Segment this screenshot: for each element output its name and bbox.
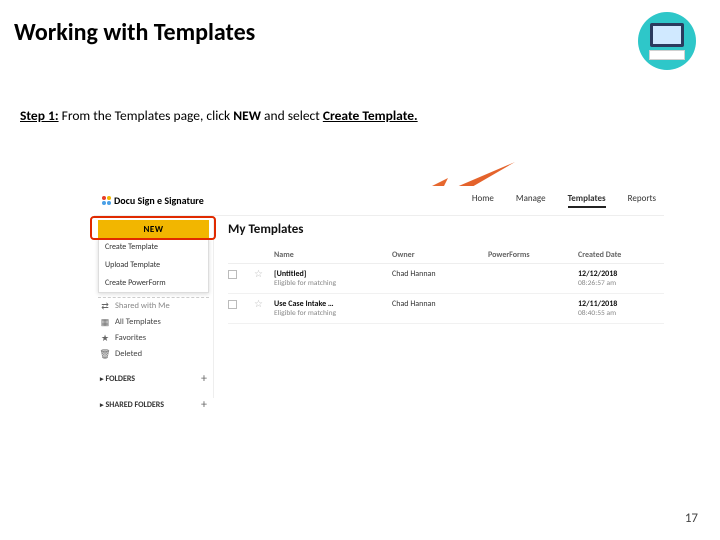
sidebar-section-folders[interactable]: ▸FOLDERS + bbox=[98, 370, 209, 388]
row-time: 08:40:55 am bbox=[578, 309, 664, 318]
col-name[interactable]: Name bbox=[274, 250, 392, 260]
row-checkbox[interactable] bbox=[228, 270, 237, 279]
sidebar-item-label: Favorites bbox=[115, 333, 146, 343]
brand-text: Docu Sign e Signature bbox=[114, 194, 204, 207]
table-header: Name Owner PowerForms Created Date bbox=[228, 247, 664, 264]
step-text-mid: and select bbox=[261, 107, 323, 124]
row-time: 08:26:57 am bbox=[578, 279, 664, 288]
menu-upload-template[interactable]: Upload Template bbox=[99, 256, 208, 274]
brand-logo: Docu Sign e Signature bbox=[102, 194, 204, 207]
row-subtext: Eligible for matching bbox=[274, 309, 392, 318]
app-screenshot: Docu Sign e Signature Home Manage Templa… bbox=[94, 186, 664, 398]
col-owner[interactable]: Owner bbox=[392, 250, 488, 260]
col-created[interactable]: Created Date bbox=[578, 250, 664, 260]
sidebar-item-label: Deleted bbox=[115, 349, 142, 359]
new-dropdown-menu: Create Template Upload Template Create P… bbox=[98, 238, 209, 293]
step-instruction: Step 1: From the Templates page, click N… bbox=[0, 47, 720, 124]
nav-manage[interactable]: Manage bbox=[516, 193, 546, 208]
main-title: My Templates bbox=[228, 222, 664, 237]
table-row[interactable]: ☆ Use Case Intake … Eligible for matchin… bbox=[228, 294, 664, 324]
nav-home[interactable]: Home bbox=[472, 193, 494, 208]
row-owner: Chad Hannan bbox=[392, 299, 488, 309]
templates-icon: ▦ bbox=[100, 317, 110, 327]
sidebar-item-shared-with-me[interactable]: ⇄ Shared with Me bbox=[98, 297, 209, 314]
step-label: Step 1: bbox=[20, 107, 59, 124]
menu-create-powerform[interactable]: Create PowerForm bbox=[99, 274, 208, 292]
page-number: 17 bbox=[685, 511, 698, 526]
favorite-star-icon[interactable]: ☆ bbox=[254, 267, 263, 280]
page-title: Working with Templates bbox=[0, 0, 720, 47]
sidebar-item-label: Shared with Me bbox=[115, 301, 170, 311]
top-nav: Home Manage Templates Reports bbox=[472, 193, 656, 208]
folders-label: FOLDERS bbox=[106, 374, 136, 384]
menu-create-template[interactable]: Create Template bbox=[99, 238, 208, 256]
sidebar-item-deleted[interactable]: 🗑 Deleted bbox=[98, 346, 209, 362]
row-checkbox[interactable] bbox=[228, 300, 237, 309]
row-name: Use Case Intake … bbox=[274, 299, 392, 309]
main-panel: My Templates Name Owner PowerForms Creat… bbox=[214, 216, 664, 398]
row-owner: Chad Hannan bbox=[392, 269, 488, 279]
step-bold-create-template: Create Template. bbox=[323, 107, 418, 124]
computer-icon bbox=[638, 12, 696, 70]
sidebar-section-shared-folders[interactable]: ▸SHARED FOLDERS + bbox=[98, 396, 209, 414]
shared-folders-label: SHARED FOLDERS bbox=[106, 400, 165, 410]
nav-reports[interactable]: Reports bbox=[628, 193, 656, 208]
sidebar-item-label: All Templates bbox=[115, 317, 161, 327]
brand-dots-icon bbox=[102, 196, 112, 206]
app-topbar: Docu Sign e Signature Home Manage Templa… bbox=[94, 186, 664, 216]
caret-icon: ▸ bbox=[100, 400, 104, 409]
row-date: 12/12/2018 bbox=[578, 269, 664, 279]
favorite-star-icon[interactable]: ☆ bbox=[254, 297, 263, 310]
row-subtext: Eligible for matching bbox=[274, 279, 392, 288]
sidebar-list: ⇄ Shared with Me ▦ All Templates ★ Favor… bbox=[98, 297, 209, 362]
trash-icon: 🗑 bbox=[100, 349, 110, 359]
new-button-label: NEW bbox=[144, 224, 164, 235]
step-text-prefix: From the Templates page, click bbox=[62, 107, 234, 124]
step-bold-new: NEW bbox=[233, 107, 261, 124]
table-row[interactable]: ☆ [Untitled] Eligible for matching Chad … bbox=[228, 264, 664, 294]
add-folder-button[interactable]: + bbox=[201, 372, 207, 386]
share-icon: ⇄ bbox=[100, 301, 110, 311]
sidebar-item-all-templates[interactable]: ▦ All Templates bbox=[98, 314, 209, 330]
new-button[interactable]: NEW bbox=[98, 220, 209, 238]
col-powerforms[interactable]: PowerForms bbox=[488, 250, 578, 260]
nav-templates[interactable]: Templates bbox=[568, 193, 606, 208]
add-shared-folder-button[interactable]: + bbox=[201, 398, 207, 412]
caret-icon: ▸ bbox=[100, 374, 104, 383]
row-date: 12/11/2018 bbox=[578, 299, 664, 309]
star-icon: ★ bbox=[100, 333, 110, 343]
sidebar: NEW Create Template Upload Template Crea… bbox=[94, 216, 214, 398]
row-name: [Untitled] bbox=[274, 269, 392, 279]
sidebar-item-favorites[interactable]: ★ Favorites bbox=[98, 330, 209, 346]
